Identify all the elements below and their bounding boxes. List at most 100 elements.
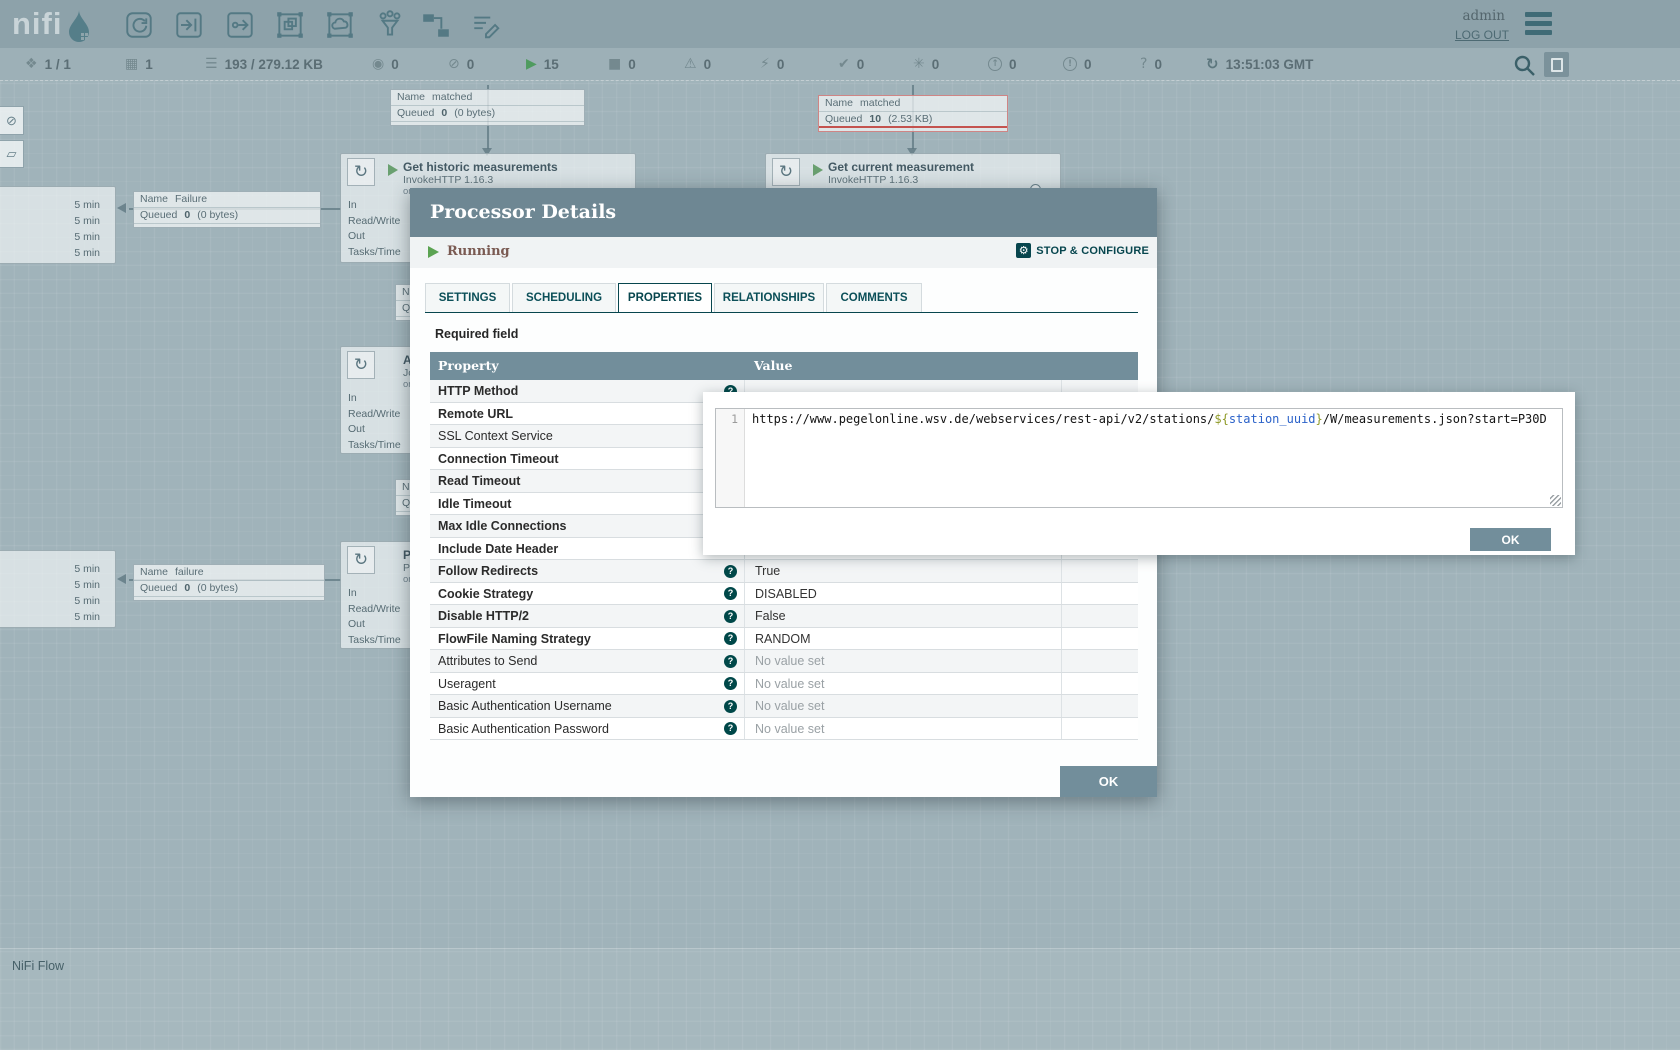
help-icon[interactable]: ?	[724, 565, 737, 578]
processor-left-bottom[interactable]: 5 min5 min 5 min5 min	[0, 550, 116, 628]
editor-code-line[interactable]: https://www.pegelonline.wsv.de/webservic…	[752, 412, 1558, 426]
app-toolbar: nifi admin LOG OUT	[0, 0, 1680, 48]
processor-title: Get current measurement	[828, 160, 974, 174]
connection-arrow	[117, 203, 126, 213]
locally-modified-stale-icon: !	[1063, 57, 1077, 71]
property-row[interactable]: Follow Redirects ? True	[430, 560, 1138, 583]
running-indicator-icon	[388, 164, 398, 176]
property-row-extra	[1061, 583, 1138, 605]
global-menu-icon[interactable]	[1525, 12, 1552, 39]
run-status-text: Running	[447, 244, 510, 259]
invokehttp-icon: ↻	[347, 158, 375, 186]
note-panel-icon[interactable]	[1544, 52, 1569, 77]
resize-handle[interactable]	[1550, 495, 1561, 506]
status-value: 1	[145, 57, 153, 72]
logout-link[interactable]: LOG OUT	[1455, 28, 1509, 42]
property-row[interactable]: Cookie Strategy ? DISABLED	[430, 583, 1138, 606]
canvas-disable-icon[interactable]: ⊘	[0, 106, 24, 135]
output-port-icon[interactable]	[224, 9, 256, 41]
property-name: Basic Authentication Username	[438, 699, 612, 713]
canvas-footer: NiFi Flow	[0, 948, 1680, 1050]
status-item: ■ 0	[608, 48, 636, 80]
status-value: 0	[932, 57, 940, 72]
canvas-tag-icon[interactable]: ▱	[0, 140, 24, 168]
help-icon[interactable]: ?	[724, 610, 737, 623]
status-value: 193 / 279.12 KB	[225, 57, 323, 72]
status-value: 0	[628, 57, 636, 72]
processor-title: Get historic measurements	[403, 160, 558, 174]
nifi-drop-icon	[67, 9, 91, 50]
processor-left-top[interactable]: 5 min5 min 5 min5 min	[0, 186, 116, 264]
status-value: 0	[777, 57, 785, 72]
property-name: Remote URL	[438, 407, 513, 421]
tab[interactable]: COMMENTS	[826, 283, 922, 313]
status-value: 0	[704, 57, 712, 72]
connection-label-failure[interactable]: NameFailure Queued0(0 bytes)	[133, 191, 321, 228]
editor-ok-button[interactable]: OK	[1470, 528, 1551, 551]
processor-stats-times: 5 min5 min 5 min5 min	[74, 561, 100, 625]
processor-type: InvokeHTTP 1.16.3	[828, 174, 918, 186]
help-icon[interactable]: ?	[724, 655, 737, 668]
connection-label-matched-alert[interactable]: Namematched Queued10(2.53 KB)	[818, 95, 1008, 132]
help-icon[interactable]: ?	[724, 677, 737, 690]
stop-and-configure-button[interactable]: ⚙ STOP & CONFIGURE	[1016, 243, 1149, 258]
help-icon[interactable]: ?	[724, 722, 737, 735]
property-name: Useragent	[438, 677, 496, 691]
property-name: Max Idle Connections	[438, 519, 567, 533]
status-item: ↑ 0	[988, 48, 1017, 80]
property-row-extra	[1061, 650, 1138, 672]
processor-icon[interactable]	[123, 9, 155, 41]
breadcrumb[interactable]: NiFi Flow	[12, 959, 64, 973]
refresh-icon: ↻	[1206, 57, 1219, 72]
property-row-extra	[1061, 673, 1138, 695]
property-value: No value set	[755, 699, 824, 713]
search-icon[interactable]	[1512, 53, 1536, 77]
dialog-ok-button[interactable]: OK	[1060, 766, 1157, 797]
status-item: ✳ 0	[913, 48, 939, 80]
label-icon[interactable]	[470, 9, 502, 41]
property-row[interactable]: Attributes to Send ? No value set	[430, 650, 1138, 673]
property-row[interactable]: Useragent ? No value set	[430, 673, 1138, 696]
status-value: 13:51:03 GMT	[1226, 57, 1314, 72]
tab-label: RELATIONSHIPS	[723, 292, 815, 304]
property-value: No value set	[755, 677, 824, 691]
help-icon[interactable]: ?	[724, 700, 737, 713]
flow-status-bar: ❖ 1 / 1 ▦ 1 ☰ 193 / 279.12 KB ◉ 0 ⊘ 0 ▶ …	[0, 48, 1680, 80]
property-row[interactable]: FlowFile Naming Strategy ? RANDOM	[430, 628, 1138, 651]
status-item: ⊘ 0	[448, 48, 474, 80]
up-to-date-icon: ✔	[838, 57, 850, 71]
tab[interactable]: RELATIONSHIPS	[714, 283, 824, 313]
process-group-icon[interactable]	[274, 9, 306, 41]
property-name: Include Date Header	[438, 542, 558, 556]
active-threads-icon: ▦	[125, 57, 138, 71]
tab[interactable]: SETTINGS	[425, 283, 510, 313]
property-row[interactable]: Basic Authentication Username ? No value…	[430, 695, 1138, 718]
property-name: SSL Context Service	[438, 429, 553, 443]
property-row[interactable]: Disable HTTP/2 ? False	[430, 605, 1138, 628]
status-item: ☰ 193 / 279.12 KB	[205, 48, 323, 80]
help-icon[interactable]: ?	[724, 587, 737, 600]
remote-process-group-icon[interactable]	[324, 9, 356, 41]
input-port-icon[interactable]	[173, 9, 205, 41]
line-number: 1	[731, 412, 738, 426]
status-item: ◉ 0	[372, 48, 399, 80]
tab[interactable]: SCHEDULING	[512, 283, 616, 313]
connection-label-failure-bottom[interactable]: Namefailure Queued0(0 bytes)	[133, 564, 325, 601]
status-item: ❖ 1 / 1	[25, 48, 71, 80]
property-row-extra	[1061, 718, 1138, 740]
connection-arrow	[117, 574, 126, 584]
status-item: ⚡ 0	[760, 48, 784, 80]
nifi-logo-text: nifi	[12, 4, 63, 44]
transmitting-icon: ◉	[372, 57, 384, 71]
help-icon[interactable]: ?	[724, 632, 737, 645]
running-icon	[428, 246, 439, 258]
template-icon[interactable]	[420, 9, 452, 41]
tab[interactable]: PROPERTIES	[618, 283, 712, 313]
property-value: No value set	[755, 722, 824, 736]
property-name: HTTP Method	[438, 384, 518, 398]
property-name: Connection Timeout	[438, 452, 559, 466]
connection-label-matched[interactable]: Namematched Queued0(0 bytes)	[390, 89, 585, 126]
property-row[interactable]: Basic Authentication Password ? No value…	[430, 718, 1138, 741]
value-editor-textarea[interactable]: 1 https://www.pegelonline.wsv.de/webserv…	[715, 408, 1563, 508]
funnel-icon[interactable]	[374, 9, 406, 41]
